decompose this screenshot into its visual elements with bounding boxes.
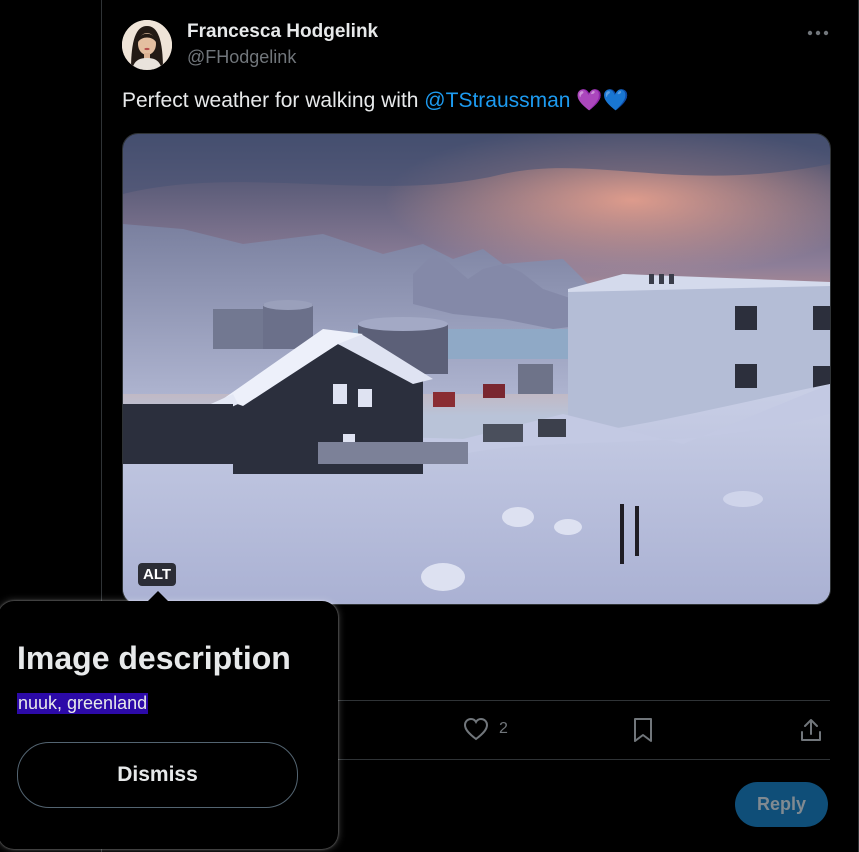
popup-caret — [148, 591, 168, 601]
alt-badge[interactable]: ALT — [138, 563, 177, 586]
tweet-photo[interactable] — [122, 133, 831, 605]
share-icon — [801, 719, 821, 741]
reply-button[interactable]: Reply — [735, 782, 828, 827]
tweet-text-body: Perfect weather for walking with — [122, 89, 425, 112]
author-name[interactable]: Francesca Hodgelink — [187, 21, 378, 43]
image-description-popup — [0, 601, 338, 849]
avatar[interactable] — [122, 20, 172, 70]
like-count: 2 — [499, 720, 508, 737]
author-handle[interactable]: @FHodgelink — [187, 47, 296, 68]
like-button[interactable]: 2 — [463, 717, 508, 741]
bookmark-icon — [634, 718, 652, 742]
bookmark-button[interactable] — [632, 717, 654, 743]
share-button[interactable] — [799, 717, 823, 743]
popup-title: Image description — [17, 640, 291, 676]
tweet-text: Perfect weather for walking with @TStrau… — [122, 89, 629, 113]
image-description-text: nuuk, greenland — [17, 693, 149, 714]
heart-icon — [463, 717, 489, 741]
more-icon[interactable] — [805, 22, 831, 44]
dismiss-button[interactable]: Dismiss — [17, 742, 298, 808]
mention-link[interactable]: @TStraussman — [424, 89, 570, 112]
heart-emojis: 💜💙 — [576, 89, 629, 112]
